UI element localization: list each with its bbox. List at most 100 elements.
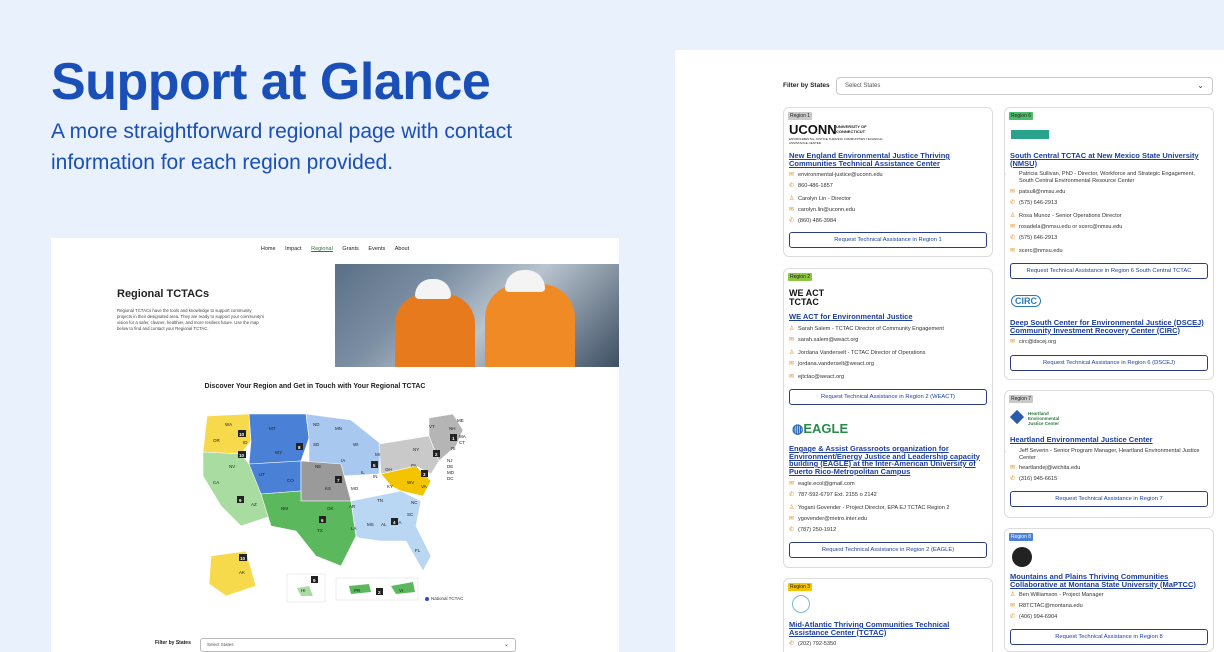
- contact-row: ♙Patricia Sullivan, PhD - Director, Work…: [1005, 171, 1210, 185]
- person-icon: ♙: [789, 196, 795, 202]
- contact-row: ✉ ejtctac@weact.org: [789, 374, 845, 380]
- mockup-filter-label: Filter by States: [155, 640, 191, 646]
- nav-impact[interactable]: Impact: [285, 246, 302, 252]
- nav-home[interactable]: Home: [261, 246, 276, 252]
- state-label: PA: [411, 463, 417, 468]
- region-number: 10: [239, 453, 245, 458]
- state-label: OK: [327, 506, 334, 511]
- state-label: ID: [243, 440, 248, 445]
- request-ta-button[interactable]: Request Technical Assistance in Region 2…: [789, 542, 987, 558]
- request-ta-button[interactable]: Request Technical Assistance in Region 6…: [1010, 355, 1208, 371]
- state-label: PR: [354, 588, 361, 593]
- state-label: MT: [269, 426, 276, 431]
- nav-grants[interactable]: Grants: [342, 246, 359, 252]
- org-link[interactable]: Engage & Assist Grassroots organization …: [789, 445, 989, 475]
- request-ta-button[interactable]: Request Technical Assistance in Region 8: [1010, 629, 1208, 645]
- person-icon: ♙: [789, 326, 795, 332]
- phone-icon: ✆: [789, 492, 795, 498]
- request-ta-button[interactable]: Request Technical Assistance in Region 6…: [1010, 263, 1208, 279]
- state-label: OH: [385, 467, 392, 472]
- state-label: NJ: [447, 458, 453, 463]
- contact-row: ✉ rosadela@nmsu.edu or scerc@nmsu.edu: [1010, 224, 1123, 230]
- contact-row: ✆ (860) 486-3984: [789, 218, 837, 224]
- region-number: 10: [239, 432, 245, 437]
- phone-icon: ✆: [789, 527, 795, 533]
- state-select[interactable]: Select States ⌄: [836, 77, 1213, 95]
- state-label: MO: [351, 486, 359, 491]
- mail-icon: ✉: [1010, 224, 1016, 230]
- contact-row: ✉ heartlandej@wichita.edu: [1010, 465, 1081, 471]
- org-link[interactable]: Deep South Center for Environmental Just…: [1010, 319, 1210, 334]
- alaska-area[interactable]: [208, 550, 257, 597]
- region-badge: Region 3: [788, 583, 813, 591]
- state-label: IN: [373, 474, 378, 479]
- org-link[interactable]: WE ACT for Environmental Justice: [789, 313, 989, 321]
- state-label: IL: [361, 470, 365, 475]
- nav-regional[interactable]: Regional: [311, 246, 333, 252]
- contact-row: ✆ (316) 945-6615: [1010, 476, 1058, 482]
- contact-row: ✆ (406) 994-6904: [1010, 614, 1058, 620]
- contact-row: ✆ (575) 646-2913: [1010, 235, 1058, 241]
- contact-row: ✉ ygovender@metro.inter.edu: [789, 516, 868, 522]
- state-label: LA: [351, 526, 357, 531]
- request-ta-button[interactable]: Request Technical Assistance in Region 7: [1010, 491, 1208, 507]
- select-placeholder: Select States: [845, 83, 881, 89]
- mail-icon: ✉: [789, 207, 795, 213]
- phone-icon: ✆: [789, 218, 795, 224]
- state-label: TX: [317, 528, 323, 533]
- contact-row: ✉ R8TCTAC@montana.edu: [1010, 603, 1083, 609]
- org-link[interactable]: South Central TCTAC at New Mexico State …: [1010, 152, 1210, 167]
- state-label: NH: [449, 426, 456, 431]
- contact-row: ✆ 787-592-6797 Ext. 2155 o 2142: [789, 492, 877, 498]
- contact-row: ✆ 860-486-1857: [789, 183, 833, 189]
- workers-photo: [335, 264, 619, 367]
- org-link[interactable]: New England Environmental Justice Thrivi…: [789, 152, 989, 167]
- state-label: UT: [259, 472, 265, 477]
- mail-icon: ✉: [1010, 339, 1016, 345]
- request-ta-button[interactable]: Request Technical Assistance in Region 2…: [789, 389, 987, 405]
- state-label: KS: [325, 486, 331, 491]
- eagle-logo: ◍EAGLE: [792, 421, 849, 436]
- state-label: IA: [341, 458, 345, 463]
- org-link[interactable]: Heartland Environmental Justice Center: [1010, 436, 1210, 444]
- org-link[interactable]: Mountains and Plains Thriving Communitie…: [1010, 573, 1210, 588]
- state-label: WV: [407, 480, 414, 485]
- diamond-icon: [1009, 409, 1025, 425]
- region-4-area[interactable]: [350, 490, 432, 572]
- us-regions-map[interactable]: WA OR ID MT WY ND SD NE MN IA WI MI IL I…: [201, 406, 471, 606]
- mockup-state-select[interactable]: Select States ⌄: [200, 638, 516, 652]
- weact-logo: WE ACT TCTAC: [789, 288, 825, 307]
- national-dot-icon: [425, 596, 429, 601]
- mail-icon: ✉: [1010, 189, 1016, 195]
- state-label: OR: [213, 438, 221, 443]
- state-label: MN: [335, 426, 342, 431]
- contact-row: ✉ environmental-justice@uconn.edu: [789, 172, 883, 178]
- mail-icon: ✉: [789, 516, 795, 522]
- contact-row: ♙Jeff Severin - Senior Program Manager, …: [1005, 448, 1210, 462]
- person-icon: ♙: [1010, 592, 1016, 598]
- state-label: ME: [457, 418, 464, 423]
- nav-about[interactable]: About: [395, 246, 409, 252]
- region-6-area[interactable]: [260, 490, 357, 567]
- contact-row: ✆ (575) 646-2913: [1010, 200, 1058, 206]
- contact-row: ✉ carolyn.lin@uconn.edu: [789, 207, 855, 213]
- mail-icon: ✉: [1010, 248, 1016, 254]
- state-label: AK: [239, 570, 245, 575]
- state-label: SC: [407, 512, 414, 517]
- chevron-down-icon: ⌄: [503, 642, 509, 648]
- org-link[interactable]: Mid-Atlantic Thriving Communities Techni…: [789, 621, 989, 636]
- contact-row: ✆ (787) 250-1912: [789, 527, 837, 533]
- region-8-area[interactable]: [248, 413, 310, 465]
- contact-row: ✉ sarah.salem@weact.org: [789, 337, 859, 343]
- state-label: DE: [447, 464, 453, 469]
- nav-events[interactable]: Events: [368, 246, 385, 252]
- contact-row: ✉ jordana.vanderselt@weact.org: [789, 361, 874, 367]
- request-ta-button[interactable]: Request Technical Assistance in Region 1: [789, 232, 987, 248]
- person-icon: ♙: [1005, 171, 1019, 178]
- state-label: NC: [411, 500, 418, 505]
- eagle-icon: ◍: [792, 421, 804, 436]
- region-badge: Region 8: [1009, 533, 1034, 541]
- map-legend: National TCTAC: [425, 596, 463, 601]
- hero-title: Support at Glance: [51, 53, 491, 111]
- state-label: DC: [447, 476, 454, 481]
